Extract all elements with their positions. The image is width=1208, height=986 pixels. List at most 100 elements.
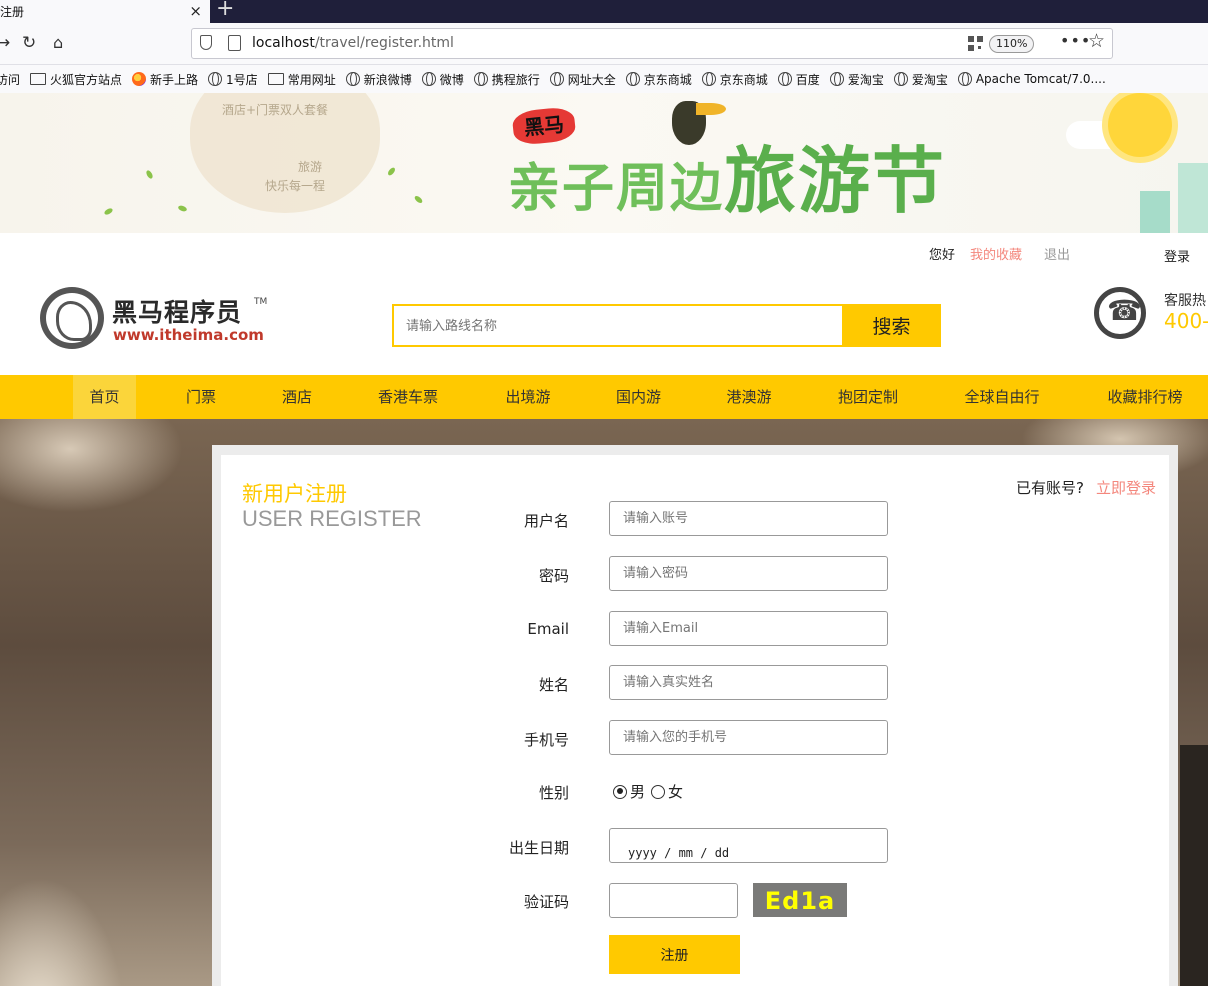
bookmark-label: 微博: [439, 72, 464, 87]
captcha-label: 验证码: [523, 893, 569, 911]
bookmark-label: 常用网址: [287, 72, 336, 87]
logo-trademark: TM: [254, 297, 268, 307]
reload-icon[interactable]: ↻: [22, 32, 36, 54]
banner-title-b: 旅游节: [724, 139, 947, 223]
login-now-link[interactable]: 立即登录: [1096, 477, 1156, 498]
sun-mascot-icon: [1108, 93, 1172, 157]
password-input[interactable]: [609, 556, 888, 591]
nav-item[interactable]: 酒店: [266, 375, 328, 419]
more-actions-icon[interactable]: •••: [1060, 31, 1091, 50]
qr-code-icon[interactable]: [968, 36, 983, 51]
nav-item[interactable]: 门票: [170, 375, 232, 419]
globe-icon: [421, 72, 436, 86]
nav-item[interactable]: 全球自由行: [950, 375, 1054, 419]
bookmark-item[interactable]: 百度: [777, 71, 820, 88]
tracking-shield-icon[interactable]: [200, 35, 212, 50]
zoom-level-badge[interactable]: 110%: [989, 35, 1035, 53]
building-decoration: [1178, 163, 1208, 233]
nav-item[interactable]: 香港车票: [365, 375, 451, 419]
leaf-decoration: [413, 194, 424, 205]
nav-item[interactable]: 国内游: [600, 375, 677, 419]
banner-line-3: 快乐每一程: [265, 179, 326, 193]
globe-icon: [473, 72, 488, 86]
nav-item[interactable]: 抱团定制: [826, 375, 910, 419]
globe-icon: [957, 72, 972, 86]
search-button[interactable]: 搜索: [842, 304, 941, 347]
bookmark-star-icon[interactable]: ☆: [1088, 30, 1105, 52]
bookmark-item[interactable]: 爱淘宝: [893, 71, 948, 88]
bookmarks-toolbar: 访问 火狐官方站点 新手上路 1号店 常用网址 新浪微博 微博 携程旅行 网址大全 京东商城 京东商…: [0, 65, 1208, 93]
bookmark-label: 新浪微博: [363, 72, 412, 87]
bookmark-item[interactable]: Apache Tomcat/7.0....: [957, 72, 1106, 86]
folder-icon: [30, 73, 47, 85]
bookmark-label: 访问: [0, 72, 21, 87]
bookmark-label: 京东商城: [719, 72, 768, 87]
banner-line-2: 旅游: [298, 160, 323, 174]
name-input[interactable]: [609, 665, 888, 700]
nav-item[interactable]: 出境游: [490, 375, 566, 419]
bookmark-item[interactable]: 网址大全: [549, 71, 616, 88]
new-tab-icon[interactable]: +: [216, 0, 234, 20]
bookmark-item[interactable]: 微博: [421, 71, 464, 88]
email-input[interactable]: [609, 611, 888, 646]
phone-icon: [1094, 287, 1146, 339]
promo-banner[interactable]: 酒店+门票双人套餐 旅游 快乐每一程 黑马 亲子周边旅游节: [0, 93, 1208, 233]
close-tab-icon[interactable]: ×: [189, 0, 202, 23]
bookmark-item[interactable]: 京东商城: [625, 71, 692, 88]
my-favorites-link[interactable]: 我的收藏: [970, 244, 1022, 263]
logout-link[interactable]: 退出: [1044, 244, 1070, 263]
hotline-number: 400-: [1164, 309, 1208, 333]
globe-icon: [777, 72, 792, 86]
browser-tab[interactable]: 注册 ×: [0, 0, 210, 23]
bookmark-label: 爱淘宝: [847, 72, 884, 87]
bookmark-label: 1号店: [226, 72, 258, 87]
site-logo[interactable]: 黑马程序员 TM www.itheima.com: [40, 287, 280, 351]
bookmark-item[interactable]: 爱淘宝: [829, 71, 884, 88]
username-input[interactable]: [609, 501, 888, 536]
bookmark-item[interactable]: 1号店: [208, 71, 258, 88]
register-submit-button[interactable]: 注册: [609, 935, 740, 974]
birthday-placeholder: yyyy / mm / dd: [628, 846, 730, 860]
login-link[interactable]: 登录: [1164, 246, 1190, 265]
birthday-date-input[interactable]: yyyy / mm / dd: [609, 828, 888, 863]
bookmark-item[interactable]: 访问: [0, 71, 20, 88]
background-shadow: [1180, 745, 1208, 986]
logo-text-cn: 黑马程序员: [112, 298, 243, 327]
leaf-decoration: [145, 169, 154, 180]
captcha-input[interactable]: [609, 883, 738, 918]
bookmark-label: Apache Tomcat/7.0....: [975, 72, 1106, 86]
bookmark-item[interactable]: 新浪微博: [345, 71, 412, 88]
banner-title: 亲子周边旅游节: [508, 135, 946, 229]
leaf-decoration: [386, 166, 397, 177]
home-icon[interactable]: ⌂: [53, 32, 63, 54]
gender-male-label[interactable]: 男: [630, 781, 645, 802]
nav-item[interactable]: 港澳游: [712, 375, 786, 419]
firefox-icon: [132, 72, 147, 86]
gender-male-radio[interactable]: [613, 784, 627, 799]
globe-icon: [701, 72, 716, 86]
captcha-image[interactable]: Ed1a: [753, 883, 847, 917]
greeting-text: 您好: [929, 248, 956, 263]
globe-icon: [208, 72, 223, 86]
username-label: 用户名: [523, 512, 569, 530]
gender-female-radio[interactable]: [651, 784, 666, 799]
bookmark-label: 京东商城: [643, 72, 692, 87]
page-info-icon[interactable]: [228, 35, 241, 51]
bookmark-item[interactable]: 京东商城: [701, 71, 768, 88]
bookmark-label: 火狐官方站点: [50, 72, 123, 87]
phone-input[interactable]: [609, 720, 888, 755]
browser-tab-bar: 注册 × +: [0, 0, 1208, 23]
url-path: /travel/register.html: [314, 35, 454, 51]
route-search-input[interactable]: [392, 304, 844, 347]
back-arrow-icon[interactable]: →: [0, 32, 10, 54]
gender-female-label[interactable]: 女: [668, 781, 683, 802]
bookmark-item[interactable]: 火狐官方站点: [30, 71, 122, 88]
bookmark-item[interactable]: 携程旅行: [473, 71, 540, 88]
bookmark-item[interactable]: 新手上路: [132, 71, 198, 88]
bookmark-item[interactable]: 常用网址: [267, 71, 336, 88]
bookmark-label: 网址大全: [567, 72, 616, 87]
nav-item[interactable]: 首页: [73, 375, 136, 419]
address-bar[interactable]: localhost/travel/register.html 110% ••• …: [191, 28, 1113, 59]
nav-item[interactable]: 收藏排行榜: [1093, 375, 1197, 419]
gender-label: 性别: [538, 784, 569, 802]
